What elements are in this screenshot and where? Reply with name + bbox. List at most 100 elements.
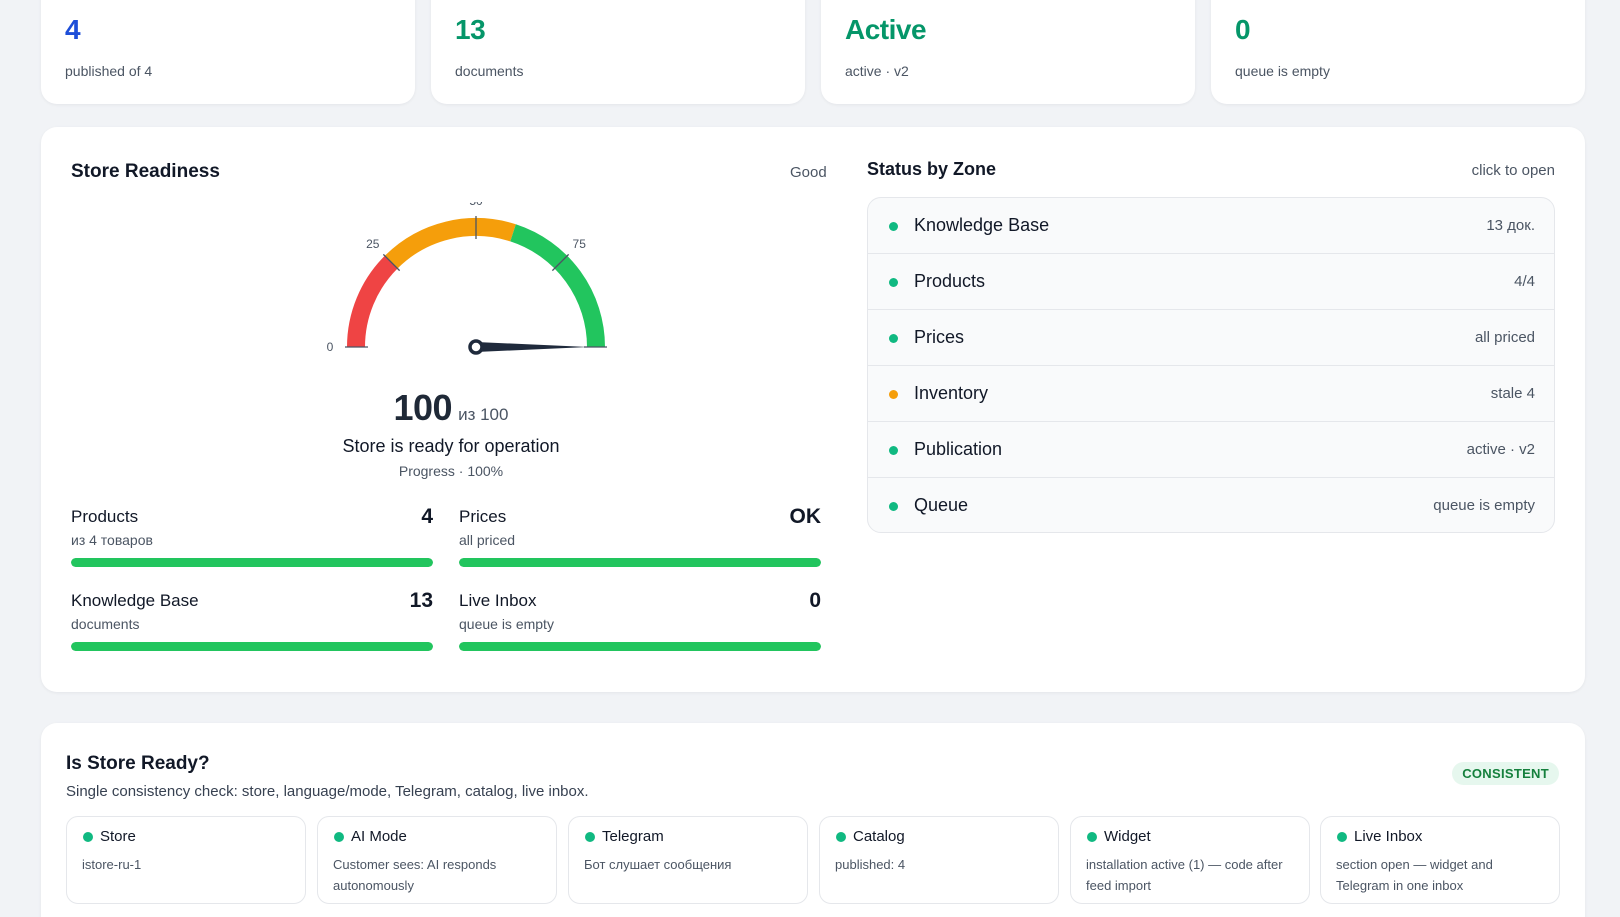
stat-label: active · v2 (845, 63, 909, 79)
zone-value: active · v2 (1466, 441, 1535, 458)
status-dot (889, 390, 898, 399)
metric-progress-bar (71, 642, 433, 651)
zone-list: Knowledge Base 13 док. Products 4/4 Pric… (867, 197, 1555, 533)
readiness-gauge: 0255075100 (327, 202, 607, 355)
metric-progress-bar (459, 642, 821, 651)
status-dot (889, 222, 898, 231)
check-widget[interactable]: Widget installation active (1) — code af… (1070, 816, 1310, 904)
metric-sub: documents (71, 616, 140, 632)
check-name: Live Inbox (1354, 828, 1423, 845)
zone-row-knowledge-base[interactable]: Knowledge Base 13 док. (868, 198, 1554, 254)
metric-value: 4 (421, 505, 433, 528)
check-name: AI Mode (351, 828, 407, 845)
zone-name: Publication (914, 439, 1003, 459)
stat-label: queue is empty (1235, 63, 1330, 79)
zone-name: Knowledge Base (914, 215, 1050, 235)
metric-sub: queue is empty (459, 616, 554, 632)
status-dot (334, 832, 344, 842)
score-line: 100 из 100 (41, 387, 861, 429)
ready-status-text: Store is ready for operation (342, 436, 560, 456)
check-ai-mode[interactable]: AI Mode Customer sees: AI responds auton… (317, 816, 557, 904)
metric-sub: all priced (459, 532, 516, 548)
zone-row-prices[interactable]: Prices all priced (868, 310, 1554, 366)
zone-value: stale 4 (1490, 385, 1535, 402)
stat-card-published: 4 published of 4 (41, 0, 415, 104)
consistency-badge: CONSISTENT (1452, 762, 1559, 785)
gauge-tick-label: 25 (366, 237, 380, 251)
stat-value: Active (845, 14, 927, 45)
zone-row-queue[interactable]: Queue queue is empty (868, 478, 1554, 532)
stat-card-documents: 13 documents (431, 0, 805, 104)
zone-name: Products (914, 271, 986, 291)
metric-progress-bar (459, 558, 821, 567)
check-desc: Customer sees: AI responds autonomously (333, 857, 497, 893)
metric-progress-fill (71, 558, 433, 567)
status-dot (889, 334, 898, 343)
metric-value: OK (789, 505, 822, 528)
zone-row-publication[interactable]: Publication active · v2 (868, 422, 1554, 478)
zone-name: Queue (914, 495, 969, 515)
stat-value: 13 (455, 14, 486, 45)
score-value: 100 (393, 387, 453, 428)
readiness-card: Store Readiness Good 0 25 50 75 100 100 из 10… (41, 127, 1585, 692)
stat-value: 4 (65, 14, 81, 45)
stat-label: published of 4 (65, 63, 153, 79)
zone-value: all priced (1474, 329, 1535, 346)
check-desc: section open — widget and Telegram in on… (1336, 857, 1493, 893)
zone-value: 4/4 (1514, 273, 1535, 290)
stat-label: documents (455, 63, 524, 79)
metric-products[interactable]: Products из 4 товаров 4 (71, 505, 433, 575)
check-store[interactable]: Store istore-ru-1 (66, 816, 306, 904)
check-name: Telegram (602, 828, 664, 845)
metric-name: Products (71, 507, 139, 526)
metric-sub: из 4 товаров (71, 532, 153, 548)
zone-value: 13 док. (1486, 217, 1535, 234)
status-dot (836, 832, 846, 842)
metric-name: Live Inbox (459, 591, 537, 610)
check-desc: Бот слушает сообщения (584, 857, 732, 872)
status-dot (1337, 832, 1347, 842)
check-desc: published: 4 (835, 857, 906, 872)
readiness-title: Store Readiness (71, 161, 220, 182)
progress-text: Progress · 100% (398, 463, 504, 479)
check-live-inbox[interactable]: Live Inbox section open — widget and Tel… (1320, 816, 1560, 904)
stat-card-queue: 0 queue is empty (1211, 0, 1585, 104)
check-name: Catalog (853, 828, 905, 845)
store-ready-card: Is Store Ready? Single consistency check… (41, 723, 1585, 917)
gauge-segment-red (347, 255, 398, 348)
metric-prices[interactable]: Prices all priced OK (459, 505, 821, 575)
check-desc: istore-ru-1 (82, 857, 142, 872)
check-desc: installation active (1) — code after fee… (1086, 857, 1283, 893)
zone-name: Prices (914, 327, 965, 347)
metric-name: Prices (459, 507, 507, 526)
zone-row-products[interactable]: Products 4/4 (868, 254, 1554, 310)
status-dot (1087, 832, 1097, 842)
metric-value: 13 (409, 589, 433, 612)
stat-card-status: Active active · v2 (821, 0, 1195, 104)
check-telegram[interactable]: Telegram Бот слушает сообщения (568, 816, 808, 904)
check-name: Store (100, 828, 136, 845)
metric-knowledge-base[interactable]: Knowledge Base documents 13 (71, 589, 433, 659)
ready-check-title: Is Store Ready? (66, 753, 210, 774)
gauge-needle (476, 342, 588, 352)
metric-progress-fill (459, 642, 821, 651)
zones-title: Status by Zone (867, 159, 997, 179)
metric-live-inbox[interactable]: Live Inbox queue is empty 0 (459, 589, 821, 659)
zone-row-inventory[interactable]: Inventory stale 4 (868, 366, 1554, 422)
stat-value: 0 (1235, 14, 1251, 45)
metric-name: Knowledge Base (71, 591, 199, 610)
gauge-segment-orange (384, 218, 516, 269)
check-catalog[interactable]: Catalog published: 4 (819, 816, 1059, 904)
gauge-tick-label: 0 (327, 340, 334, 354)
status-dot (889, 502, 898, 511)
zone-name: Inventory (914, 383, 989, 403)
gauge-tick-label: 75 (573, 237, 587, 251)
zone-value: queue is empty (1433, 497, 1535, 514)
zones-hint: click to open (1471, 162, 1555, 179)
status-dot (889, 278, 898, 287)
gauge-tick-label: 50 (469, 202, 483, 208)
metric-value: 0 (809, 589, 821, 612)
score-suffix: из 100 (458, 405, 509, 424)
status-dot (83, 832, 93, 842)
gauge-hub (468, 339, 484, 355)
